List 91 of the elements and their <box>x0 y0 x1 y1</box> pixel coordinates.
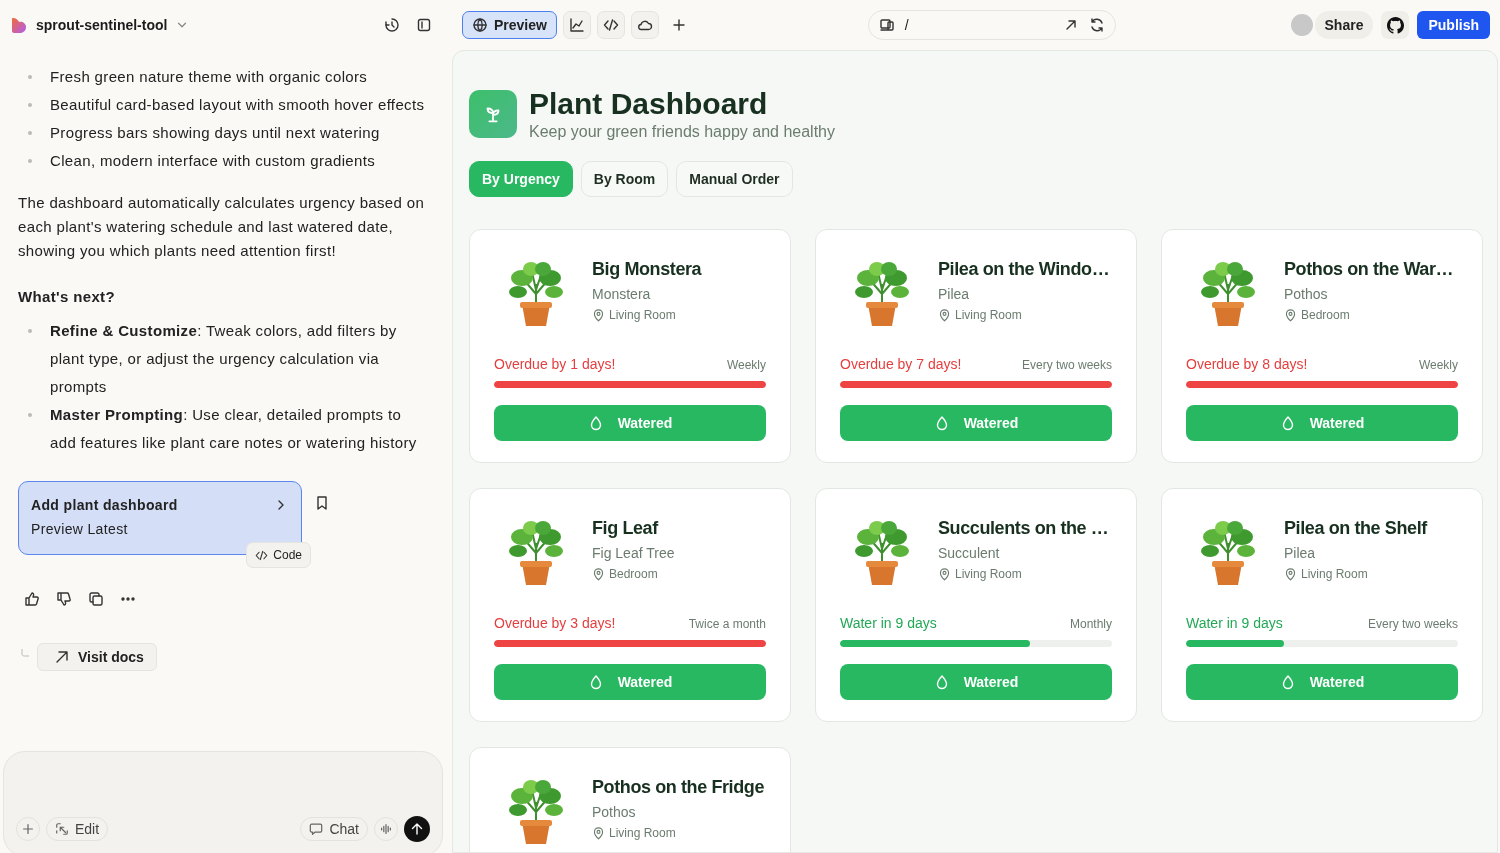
watering-status: Water in 9 days <box>840 615 937 631</box>
plant-room: Bedroom <box>1301 308 1350 322</box>
sort-tab[interactable]: Manual Order <box>676 161 793 197</box>
watering-schedule: Weekly <box>1418 358 1458 372</box>
sidebar-icon[interactable] <box>416 17 432 33</box>
plus-icon[interactable] <box>670 17 687 33</box>
plant-room: Living Room <box>955 567 1022 581</box>
share-button[interactable]: Share <box>1314 11 1374 39</box>
location-pin-icon <box>1284 308 1297 322</box>
chart-tab[interactable] <box>562 11 591 39</box>
preview-tab[interactable]: Preview <box>462 11 557 39</box>
github-button[interactable] <box>1381 11 1410 39</box>
feature-item: Beautiful card-based layout with smooth hover effects <box>50 95 425 115</box>
plant-species: Pothos <box>592 804 637 820</box>
github-icon <box>1386 16 1404 34</box>
code-tab[interactable] <box>596 11 625 39</box>
location-pin-icon <box>592 567 605 581</box>
watering-schedule: Twice a month <box>688 617 766 631</box>
publish-button[interactable]: Publish <box>1417 11 1490 39</box>
plant-room: Living Room <box>609 826 676 840</box>
location-pin-icon <box>592 308 605 322</box>
next-step-item: Master Prompting: Use clear, detailed prompts to add features like plant care notes or watering history <box>50 405 418 453</box>
logo-icon <box>10 16 28 34</box>
plant-name: Pilea on the Windo… <box>938 259 1110 280</box>
sort-tab[interactable]: By Room <box>580 161 669 197</box>
next-step-item: Refine & Customize: Tweak colors, add filters by plant type, or adjust the urgency calculation via prompts <box>50 321 398 397</box>
chat-bubble-icon <box>309 822 324 836</box>
watering-schedule: Every two weeks <box>1367 617 1458 631</box>
version-title: Add plant dashboard <box>31 496 178 515</box>
sprout-logo-icon <box>469 90 517 138</box>
plant-room: Living Room <box>609 308 676 322</box>
plant-species: Pilea <box>1284 545 1317 561</box>
globe-icon <box>472 17 488 33</box>
plant-name: Big Monstera <box>592 259 702 280</box>
visit-docs-button[interactable]: Visit docs <box>37 643 157 671</box>
connector-line <box>21 649 29 657</box>
watering-status: Overdue by 1 days! <box>494 356 616 372</box>
plant-name: Pothos on the War… <box>1284 259 1454 280</box>
waveform-icon <box>379 822 393 836</box>
url-path: / <box>904 17 909 33</box>
location-pin-icon <box>592 826 605 840</box>
plus-icon <box>21 822 35 836</box>
arrow-up-icon <box>409 821 425 837</box>
feature-item: Fresh green nature theme with organic colors <box>50 67 368 87</box>
plant-species: Pilea <box>938 286 971 302</box>
watering-schedule: Monthly <box>1069 617 1112 631</box>
section-heading: What's next? <box>18 287 116 307</box>
select-cursor-icon <box>55 822 69 836</box>
address-bar[interactable]: / <box>867 10 1116 40</box>
code-button[interactable]: Code <box>246 542 311 568</box>
plant-room: Living Room <box>955 308 1022 322</box>
arrow-up-right-icon <box>54 649 70 665</box>
plant-room: Living Room <box>1301 567 1368 581</box>
plant-room: Bedroom <box>609 567 658 581</box>
plant-species: Succulent <box>938 545 1001 561</box>
line-chart-icon <box>568 17 585 33</box>
cloud-tab[interactable] <box>630 11 659 39</box>
code-icon <box>255 548 269 562</box>
feature-item: Clean, modern interface with custom gradients <box>50 151 376 171</box>
project-name[interactable]: sprout-sentinel-tool <box>36 17 168 33</box>
code-icon <box>602 17 619 33</box>
plant-name: Fig Leaf <box>592 518 660 539</box>
plant-name: Succulents on the … <box>938 518 1109 539</box>
summary-paragraph: The dashboard automatically calculates urgency based on each plant's watering schedule and last watered date, showing you which plants need attention first! <box>18 193 426 261</box>
watering-status: Overdue by 7 days! <box>840 356 962 372</box>
plant-species: Pothos <box>1284 286 1329 302</box>
watering-status: Overdue by 3 days! <box>494 615 616 631</box>
thumbs-up-icon[interactable] <box>24 591 40 607</box>
dashboard-subtitle: Keep your green friends happy and healthy <box>529 123 835 141</box>
location-pin-icon <box>938 567 951 581</box>
devices-icon[interactable] <box>878 17 895 33</box>
watering-schedule: Every two weeks <box>1021 358 1112 372</box>
history-icon[interactable] <box>384 17 400 33</box>
version-subtitle: Preview Latest <box>31 520 129 539</box>
plant-species: Monstera <box>592 286 652 302</box>
thumbs-down-icon[interactable] <box>56 591 72 607</box>
bookmark-icon[interactable] <box>314 495 330 511</box>
dashboard-title: Plant Dashboard <box>529 87 769 121</box>
chat-composer[interactable]: Edit Chat <box>3 751 443 853</box>
plant-name: Pilea on the Shelf <box>1284 518 1427 539</box>
watering-status: Overdue by 8 days! <box>1186 356 1308 372</box>
watering-schedule: Weekly <box>726 358 766 372</box>
feature-item: Progress bars showing days until next watering <box>50 123 380 143</box>
copy-icon[interactable] <box>88 591 104 607</box>
watering-status: Water in 9 days <box>1186 615 1283 631</box>
location-pin-icon <box>1284 567 1297 581</box>
refresh-icon[interactable] <box>1088 17 1105 33</box>
send-button[interactable] <box>404 816 430 842</box>
plant-name: Pothos on the Fridge <box>592 777 764 798</box>
plant-species: Fig Leaf Tree <box>592 545 675 561</box>
location-pin-icon <box>938 308 951 322</box>
